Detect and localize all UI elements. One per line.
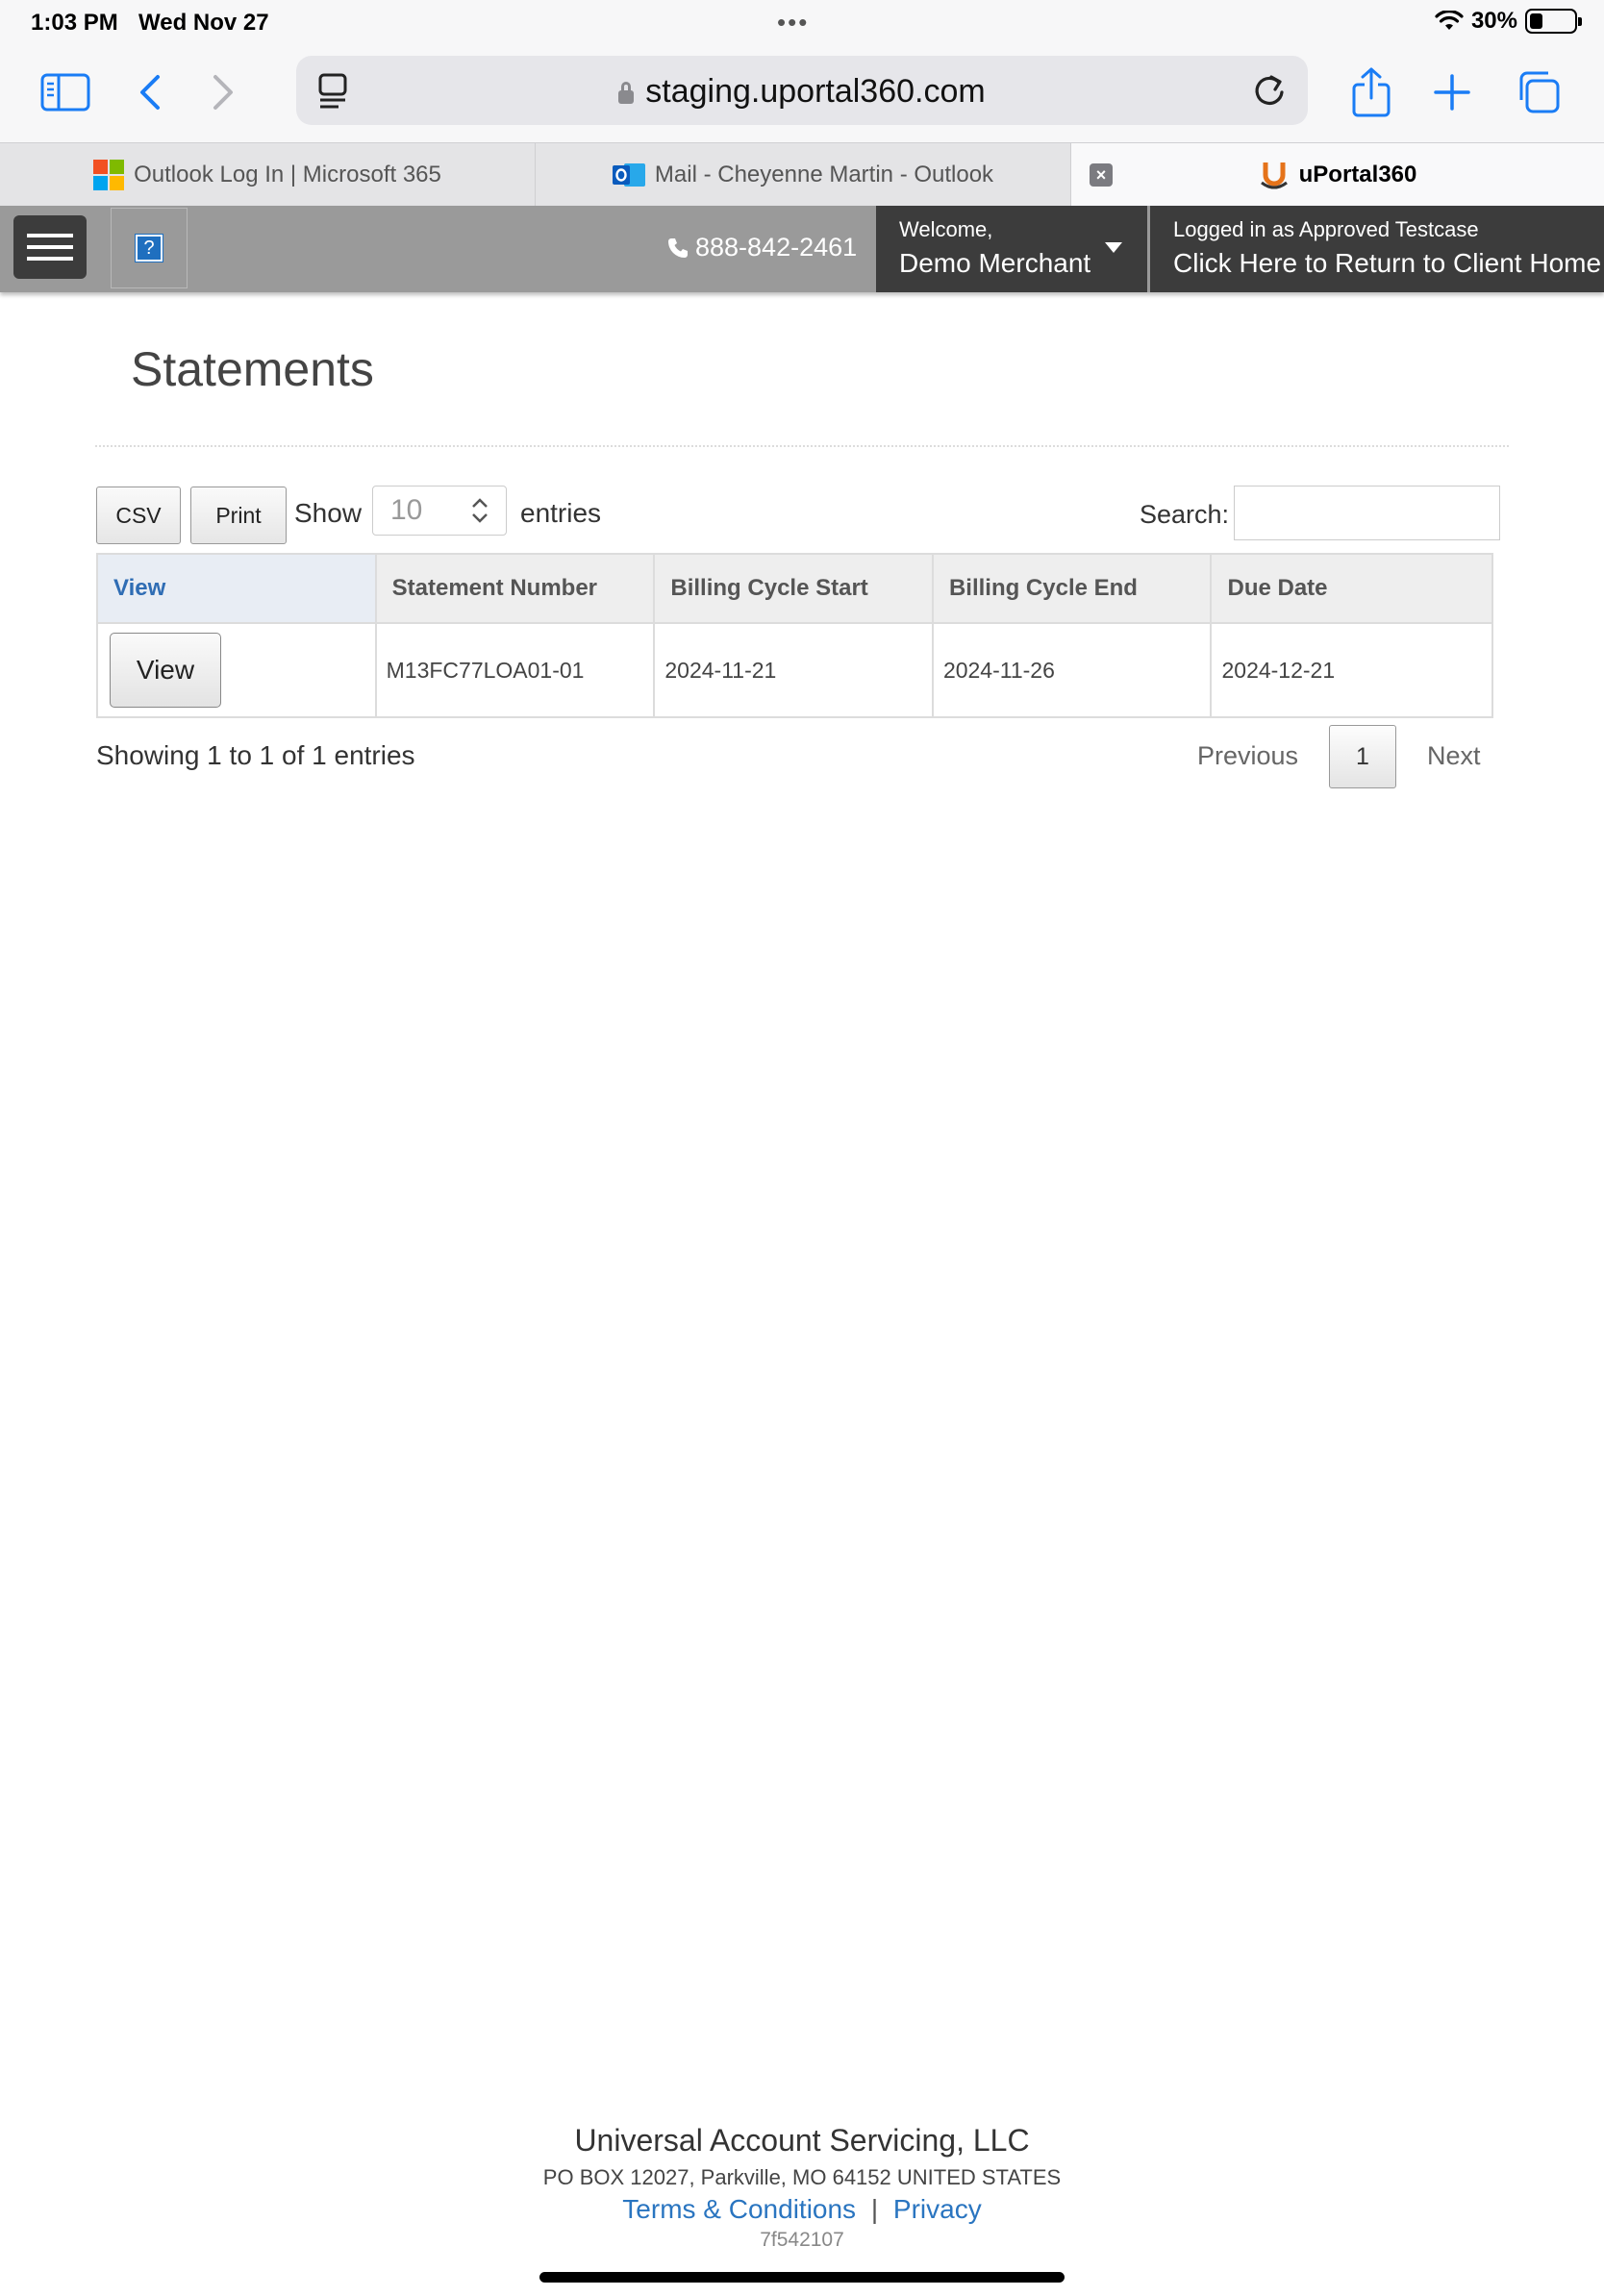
tab-uportal360[interactable]: uPortal360 [1071, 143, 1604, 207]
return-link[interactable]: Click Here to Return to Client Home [1173, 248, 1604, 279]
footer-separator: | [870, 2194, 879, 2224]
status-bar: 1:03 PM Wed Nov 27 ••• 30% [0, 0, 1604, 44]
column-header-billing-cycle-start[interactable]: Billing Cycle Start [653, 553, 934, 624]
view-cell: View [96, 622, 377, 718]
page-title: Statements [131, 342, 374, 396]
previous-page-button[interactable]: Previous [1197, 741, 1298, 771]
menu-icon[interactable] [13, 215, 87, 279]
title-divider [95, 445, 1509, 447]
home-indicator[interactable] [539, 2272, 1065, 2283]
tab-outlook-login[interactable]: Outlook Log In | Microsoft 365 [0, 143, 536, 207]
next-page-button[interactable]: Next [1427, 741, 1481, 771]
address-bar[interactable]: staging.uportal360.com [296, 56, 1308, 125]
plus-icon[interactable] [1425, 65, 1479, 119]
page-length-select[interactable]: 10 [372, 486, 507, 536]
uportal-logo-icon [1260, 162, 1288, 189]
table-header-row: View Statement Number Billing Cycle Star… [96, 553, 1493, 624]
phone-icon [668, 237, 688, 258]
build-id: 7f542107 [760, 2229, 844, 2251]
share-icon[interactable] [1344, 65, 1398, 119]
footer-address: PO BOX 12027, Parkville, MO 64152 UNITED… [542, 2165, 1062, 2189]
page-length-value: 10 [390, 494, 423, 526]
multitasking-dots-icon[interactable]: ••• [777, 8, 809, 37]
show-label: Show [294, 498, 363, 528]
tab-label: Outlook Log In | Microsoft 365 [134, 162, 441, 187]
privacy-link[interactable]: Privacy [893, 2194, 982, 2224]
status-right: 30% [1435, 8, 1582, 35]
help-button[interactable]: ? [111, 208, 188, 288]
footer-links: Terms & Conditions | Privacy [0, 2194, 1604, 2225]
microsoft-logo-icon [93, 160, 125, 190]
browser-tabs: Outlook Log In | Microsoft 365 Mail - Ch… [0, 142, 1604, 207]
column-header-view[interactable]: View [96, 553, 377, 624]
battery-icon [1525, 9, 1582, 34]
browser-toolbar: staging.uportal360.com [0, 44, 1604, 142]
return-to-client-home[interactable]: Logged in as Approved Testcase Click Her… [1150, 206, 1604, 292]
tab-label: Mail - Cheyenne Martin - Outlook [654, 162, 994, 187]
reload-icon[interactable] [1250, 71, 1289, 114]
csv-button[interactable]: CSV [96, 487, 181, 544]
user-menu[interactable]: Welcome, Demo Merchant [876, 206, 1147, 292]
wifi-icon [1435, 11, 1464, 30]
forward-icon[interactable] [196, 65, 250, 119]
statement-number-cell: M13FC77LOA01-01 [374, 622, 656, 718]
logged-in-as: Logged in as Approved Testcase [1173, 217, 1479, 241]
caret-down-icon [1105, 242, 1122, 253]
column-header-billing-cycle-end[interactable]: Billing Cycle End [931, 553, 1213, 624]
welcome-label: Welcome, [899, 217, 993, 241]
tabs-icon[interactable] [1512, 65, 1566, 119]
print-button[interactable]: Print [190, 487, 287, 544]
terms-link[interactable]: Terms & Conditions [622, 2194, 856, 2224]
status-time: 1:03 PM [31, 10, 118, 36]
help-icon: ? [135, 234, 163, 262]
tab-label: uPortal360 [1298, 162, 1417, 187]
entries-label: entries [520, 498, 602, 528]
billing-cycle-start-cell: 2024-11-21 [653, 622, 934, 718]
url-display[interactable]: staging.uportal360.com [296, 73, 1308, 111]
app-header: ? 888-842-2461 Welcome, Demo Merchant Lo… [0, 206, 1604, 292]
statements-table: View Statement Number Billing Cycle Star… [96, 553, 1493, 718]
search-label: Search: [1140, 500, 1230, 529]
battery-level [1530, 13, 1542, 29]
billing-cycle-end-cell: 2024-11-26 [931, 622, 1213, 718]
back-icon[interactable] [123, 65, 177, 119]
select-arrows-icon [472, 498, 488, 523]
column-header-statement-number[interactable]: Statement Number [374, 553, 656, 624]
sidebar-icon[interactable] [38, 65, 92, 119]
phone-number: 888-842-2461 [695, 233, 858, 262]
outlook-logo-icon [612, 163, 645, 187]
table-row: View M13FC77LOA01-01 2024-11-21 2024-11-… [96, 622, 1493, 718]
tab-outlook-mail[interactable]: Mail - Cheyenne Martin - Outlook [536, 143, 1071, 207]
search-input[interactable] [1234, 486, 1500, 540]
status-date: Wed Nov 27 [138, 10, 269, 36]
close-tab-icon[interactable]: × [1090, 163, 1113, 187]
view-statement-button[interactable]: View [110, 633, 221, 708]
page-1-button[interactable]: 1 [1329, 725, 1396, 788]
footer-company: Universal Account Servicing, LLC [574, 2123, 1030, 2158]
lock-icon [618, 82, 635, 104]
column-header-due-date[interactable]: Due Date [1210, 553, 1493, 624]
table-info: Showing 1 to 1 of 1 entries [96, 740, 415, 770]
support-phone[interactable]: 888-842-2461 [666, 233, 857, 262]
battery-percentage: 30% [1470, 8, 1517, 34]
url-text: staging.uportal360.com [645, 73, 986, 110]
due-date-cell: 2024-12-21 [1210, 622, 1493, 718]
